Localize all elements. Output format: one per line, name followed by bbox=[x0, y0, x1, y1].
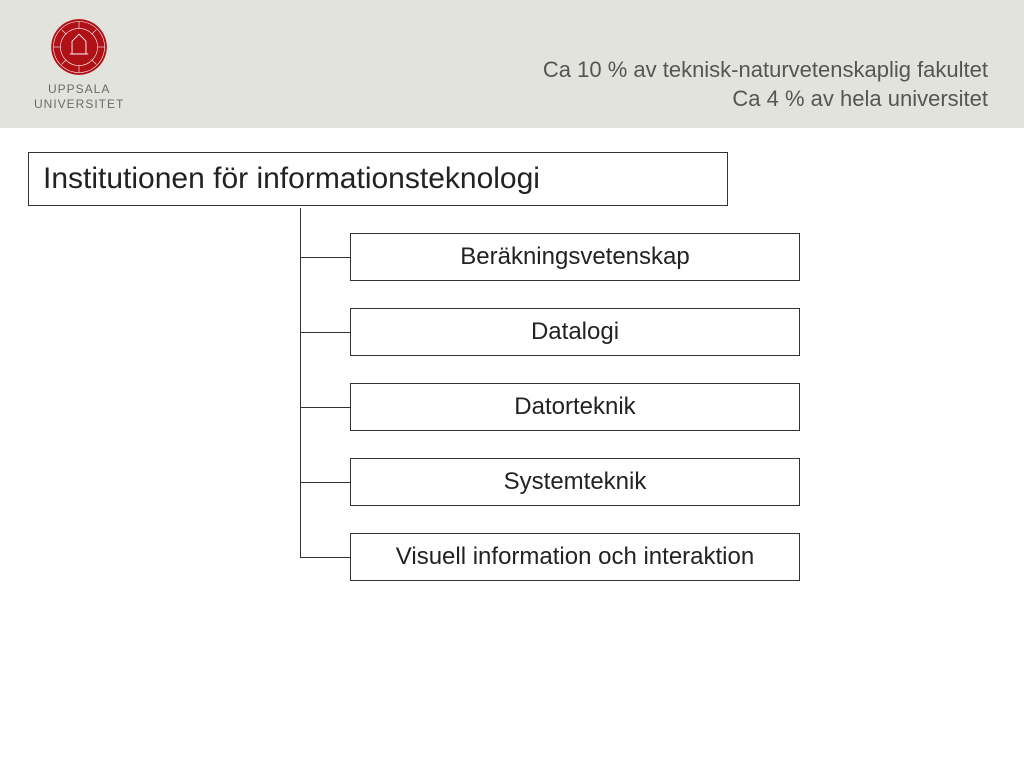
header-facts: Ca 10 % av teknisk-naturvetenskaplig fak… bbox=[543, 55, 988, 114]
org-child-box: Beräkningsvetenskap bbox=[350, 233, 800, 281]
org-root-label: Institutionen för informationsteknologi bbox=[43, 162, 540, 196]
connector-branch bbox=[300, 332, 350, 333]
university-name: UPPSALA UNIVERSITET bbox=[34, 82, 124, 112]
org-child-box: Datorteknik bbox=[350, 383, 800, 431]
org-child-label: Datorteknik bbox=[514, 393, 635, 421]
org-chart: Institutionen för informationsteknologi … bbox=[0, 128, 1024, 768]
org-child-box: Datalogi bbox=[350, 308, 800, 356]
connector-trunk bbox=[300, 208, 301, 557]
org-child-label: Systemteknik bbox=[504, 468, 647, 496]
university-logo: UPPSALA UNIVERSITET bbox=[34, 18, 124, 112]
connector-branch bbox=[300, 257, 350, 258]
org-child-label: Datalogi bbox=[531, 318, 619, 346]
university-name-line1: UPPSALA bbox=[34, 82, 124, 97]
connector-branch bbox=[300, 557, 350, 558]
university-seal-icon bbox=[50, 18, 108, 76]
connector-branch bbox=[300, 482, 350, 483]
org-child-box: Systemteknik bbox=[350, 458, 800, 506]
slide-header: UPPSALA UNIVERSITET Ca 10 % av teknisk-n… bbox=[0, 0, 1024, 128]
fact-line-1: Ca 10 % av teknisk-naturvetenskaplig fak… bbox=[543, 55, 988, 85]
org-root-box: Institutionen för informationsteknologi bbox=[28, 152, 728, 206]
university-name-line2: UNIVERSITET bbox=[34, 97, 124, 112]
org-child-label: Visuell information och interaktion bbox=[396, 543, 754, 571]
connector-branch bbox=[300, 407, 350, 408]
fact-line-2: Ca 4 % av hela universitet bbox=[543, 84, 988, 114]
org-child-label: Beräkningsvetenskap bbox=[460, 243, 689, 271]
org-child-box: Visuell information och interaktion bbox=[350, 533, 800, 581]
